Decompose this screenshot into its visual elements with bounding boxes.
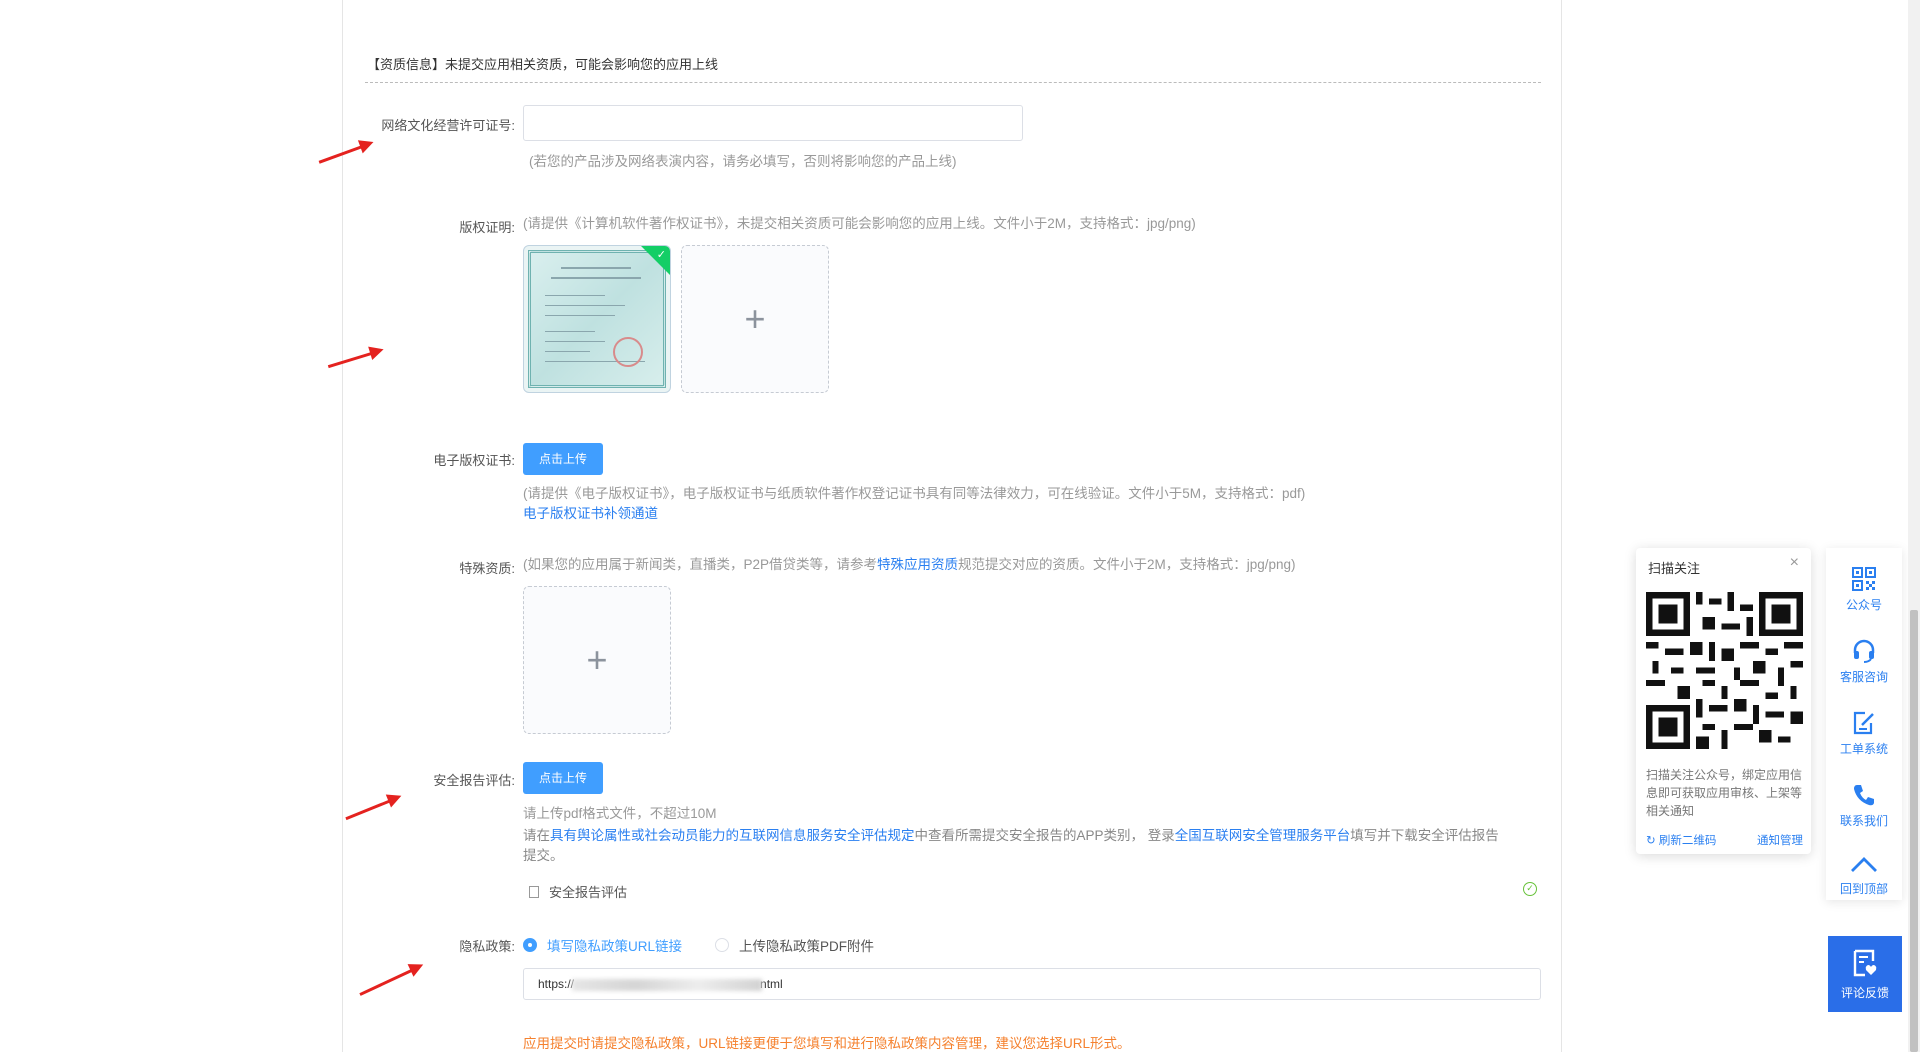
document-icon: [529, 886, 539, 898]
sidebar-item-wechat[interactable]: 公众号: [1826, 566, 1902, 613]
arrow-up-icon: [1851, 857, 1877, 872]
qr-code-image: [1646, 592, 1803, 749]
security-file-name: 安全报告评估: [549, 885, 628, 900]
phone-icon: [1854, 785, 1874, 806]
copyright-upload-box[interactable]: +: [681, 245, 829, 393]
copyright-hint: (请提供《计算机软件著作权证书》，未提交相关资质可能会影响您的应用上线。文件小于…: [523, 216, 1196, 231]
security-hint: 请上传pdf格式文件，不超过10M: [523, 806, 717, 821]
redacted-text: [572, 978, 763, 991]
sidebar-item-label: 工单系统: [1839, 742, 1888, 756]
qr-follow-panel: 扫描关注 × 扫描关注公众号，绑定应用信息即可获取应用审核、上架等相关通知 ↻ …: [1636, 548, 1811, 854]
security-upload-button[interactable]: 点击上传: [523, 762, 604, 794]
copyright-label: 版权证明:: [459, 220, 515, 235]
sidebar-item-label: 回到顶部: [1839, 882, 1888, 896]
ecopyright-label: 电子版权证书:: [433, 453, 515, 468]
qrcode-icon: [1852, 567, 1876, 591]
notification-settings-link[interactable]: 通知管理: [1757, 832, 1803, 848]
radio-checked-icon: [523, 938, 537, 952]
license-label: 网络文化经营许可证号:: [381, 118, 515, 133]
qr-description: 扫描关注公众号，绑定应用信息即可获取应用审核、上架等相关通知: [1646, 768, 1803, 818]
security-regulation-link[interactable]: 具有舆论属性或社会动员能力的互联网信息服务安全评估规定: [550, 828, 915, 843]
ecopyright-reissue-link[interactable]: 电子版权证书补领通道: [523, 504, 658, 524]
security-platform-link[interactable]: 全国互联网安全管理服务平台: [1175, 828, 1351, 843]
section-title: 【资质信息】未提交应用相关资质，可能会影响您的应用上线: [367, 57, 719, 72]
privacy-pdf-radio[interactable]: 上传隐私政策PDF附件: [715, 935, 874, 955]
sidebar-item-label: 公众号: [1845, 598, 1882, 612]
copyright-thumbnail[interactable]: ✓: [523, 245, 671, 393]
feedback-icon: [1853, 949, 1877, 977]
security-label: 安全报告评估:: [433, 773, 515, 788]
security-instructions: 请在具有舆论属性或社会动员能力的互联网信息服务安全评估规定中查看所需提交安全报告…: [523, 828, 1499, 863]
form-card: 【资质信息】未提交应用相关资质，可能会影响您的应用上线 网络文化经营许可证号: …: [342, 0, 1562, 1052]
plus-icon: +: [744, 298, 766, 339]
plus-icon: +: [586, 639, 608, 680]
qr-panel-title: 扫描关注: [1648, 561, 1701, 576]
privacy-url-input[interactable]: https://ntml: [523, 968, 1541, 1000]
refresh-qrcode-link[interactable]: ↻ 刷新二维码: [1646, 832, 1716, 848]
privacy-url-radio[interactable]: 填写隐私政策URL链接: [523, 935, 682, 955]
ecopyright-upload-button[interactable]: 点击上传: [523, 443, 604, 475]
feedback-button[interactable]: 评论反馈: [1828, 936, 1902, 1012]
special-upload-box[interactable]: +: [523, 586, 671, 734]
certificate-image: [528, 250, 666, 388]
edit-icon: [1853, 711, 1874, 735]
page-scrollbar[interactable]: [1908, 0, 1920, 1052]
upload-success-icon: ✓: [1523, 882, 1537, 896]
section-divider: [365, 82, 1541, 83]
refresh-icon: ↻: [1646, 835, 1659, 847]
close-icon[interactable]: ×: [1790, 554, 1799, 572]
headset-icon: [1853, 639, 1875, 663]
privacy-label: 隐私政策:: [459, 939, 515, 954]
license-hint: (若您的产品涉及网络表演内容，请务必填写，否则将影响您的产品上线): [529, 154, 957, 169]
radio-unchecked-icon: [715, 938, 729, 952]
sidebar-item-support[interactable]: 客服咨询: [1826, 638, 1902, 685]
floating-sidebar: 公众号 客服咨询 工单系统 联系我们 回到顶部: [1826, 548, 1902, 900]
special-label: 特殊资质:: [459, 561, 515, 576]
license-input[interactable]: [523, 105, 1023, 141]
sidebar-item-contact[interactable]: 联系我们: [1826, 782, 1902, 829]
sidebar-item-label: 客服咨询: [1839, 670, 1888, 684]
feedback-label: 评论反馈: [1840, 986, 1889, 1000]
sidebar-item-back-to-top[interactable]: 回到顶部: [1826, 854, 1902, 897]
ecopyright-hint: (请提供《电子版权证书》，电子版权证书与纸质软件著作权登记证书具有同等法律效力，…: [523, 486, 1306, 501]
scrollbar-thumb[interactable]: [1910, 610, 1918, 1052]
check-icon: ✓: [656, 249, 666, 261]
privacy-warning: 应用提交时请提交隐私政策，URL链接更便于您填写和进行隐私政策内容管理，建议您选…: [523, 1036, 1131, 1051]
security-file[interactable]: 安全报告评估: [529, 882, 627, 901]
sidebar-item-tickets[interactable]: 工单系统: [1826, 710, 1902, 757]
special-qualification-link[interactable]: 特殊应用资质: [877, 557, 958, 572]
special-hint: (如果您的应用属于新闻类，直播类，P2P借贷类等，请参考特殊应用资质规范提交对应…: [523, 557, 1296, 572]
sidebar-item-label: 联系我们: [1839, 814, 1888, 828]
